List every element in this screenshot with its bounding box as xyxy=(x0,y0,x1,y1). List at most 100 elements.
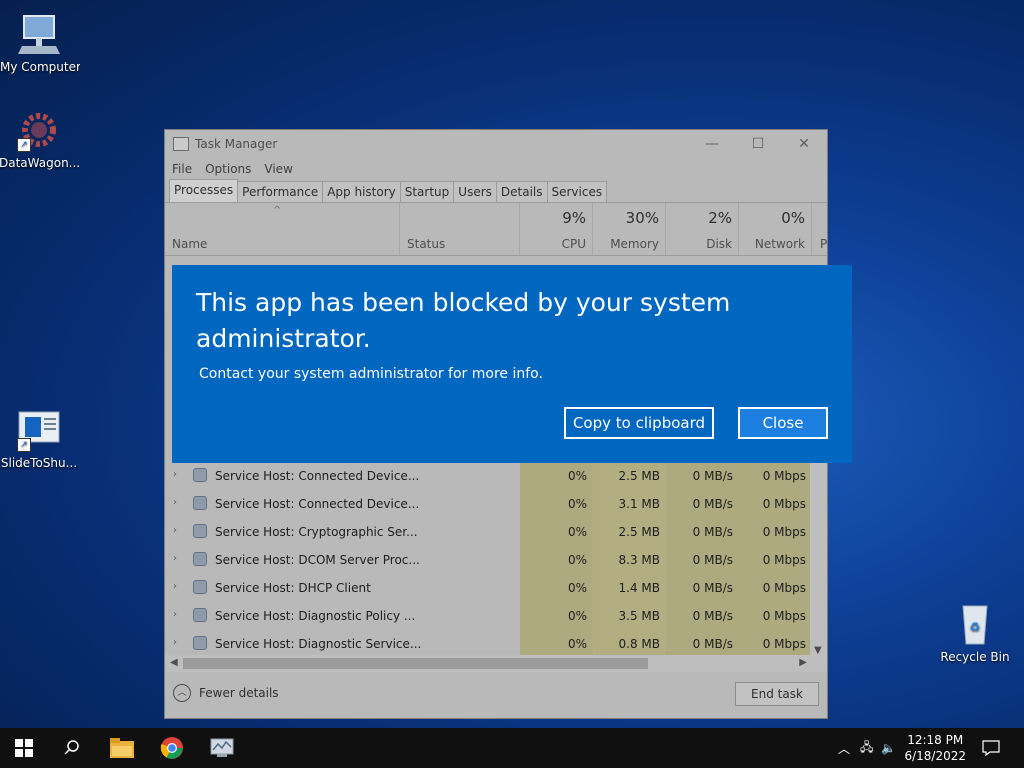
minimize-button[interactable]: — xyxy=(689,130,735,158)
cell-disk: 0 MB/s xyxy=(692,637,733,651)
desktop-icon-label: DataWagon... xyxy=(0,156,79,170)
shortcut-arrow-icon: ↗ xyxy=(17,138,31,152)
table-row[interactable]: › Service Host: Diagnostic Policy ... 0% 3.… xyxy=(165,602,811,630)
expand-chevron-icon[interactable]: › xyxy=(173,553,177,564)
desktop-icon-slidetoshutdown[interactable]: ↗ SlideToShu... xyxy=(0,406,79,470)
expand-chevron-icon[interactable]: › xyxy=(173,525,177,536)
maximize-button[interactable]: ☐ xyxy=(735,130,781,158)
start-button[interactable] xyxy=(0,728,48,768)
column-header-name[interactable]: ^ Name xyxy=(165,203,400,255)
tab-startup[interactable]: Startup xyxy=(399,181,455,202)
cell-cpu: 0% xyxy=(567,497,587,511)
process-name: Service Host: Connected Device... xyxy=(215,497,420,511)
table-row[interactable]: › Service Host: Connected Device... 0% 3.1 … xyxy=(165,490,811,518)
column-header-memory[interactable]: 30% Memory xyxy=(593,203,666,255)
title-bar[interactable]: Task Manager — ☐ ✕ xyxy=(165,130,827,158)
tab-processes[interactable]: Processes xyxy=(169,179,239,202)
copy-to-clipboard-button[interactable]: Copy to clipboard xyxy=(564,407,714,439)
cell-disk: 0 MB/s xyxy=(692,469,733,483)
column-header-network[interactable]: 0% Network xyxy=(739,203,812,255)
column-header-power[interactable]: P xyxy=(812,203,828,255)
scroll-right-icon[interactable]: ▶ xyxy=(799,657,807,668)
process-name: Service Host: Diagnostic Policy ... xyxy=(215,609,416,623)
cell-network: 0 Mbps xyxy=(762,609,806,623)
taskbar-task-manager[interactable] xyxy=(198,728,246,768)
taskbar: ︿ 🖧 🔈 12:18 PM 6/18/2022 xyxy=(0,728,1024,768)
cell-cpu: 0% xyxy=(567,609,587,623)
show-hidden-icons-chevron-icon[interactable]: ︿ xyxy=(838,740,850,757)
notification-icon xyxy=(982,740,1000,756)
tab-app-history[interactable]: App history xyxy=(322,181,401,202)
desktop-icon-datawagon[interactable]: ↗ DataWagon... xyxy=(0,106,79,170)
process-name: Service Host: Diagnostic Service... xyxy=(215,637,422,651)
clock-time: 12:18 PM xyxy=(907,733,964,747)
menu-options[interactable]: Options xyxy=(205,162,251,176)
table-row[interactable]: › Service Host: Cryptographic Ser... 0% 2.5… xyxy=(165,518,811,546)
expand-chevron-icon[interactable]: › xyxy=(173,469,177,480)
windows-logo-icon xyxy=(15,739,33,757)
cell-memory: 3.5 MB xyxy=(618,609,660,623)
process-list: › Service Host: Connected Device... 0% 2.5 … xyxy=(165,462,811,658)
column-header-disk[interactable]: 2% Disk xyxy=(666,203,739,255)
table-row[interactable]: › Service Host: DCOM Server Proc... 0% 8.3 … xyxy=(165,546,811,574)
cell-network: 0 Mbps xyxy=(762,637,806,651)
service-gear-icon xyxy=(193,524,207,538)
cell-network: 0 Mbps xyxy=(762,553,806,567)
process-name: Service Host: DHCP Client xyxy=(215,581,371,595)
scroll-thumb[interactable] xyxy=(183,658,648,669)
tab-details[interactable]: Details xyxy=(495,181,548,202)
taskbar-chrome[interactable] xyxy=(148,728,196,768)
horizontal-scrollbar[interactable]: ◀ ▶ xyxy=(165,655,827,672)
desktop-icon-label: SlideToShu... xyxy=(0,456,78,470)
taskbar-file-explorer[interactable] xyxy=(98,728,146,768)
menu-file[interactable]: File xyxy=(172,162,192,176)
vertical-scrollbar[interactable]: ▼ xyxy=(810,462,827,658)
svg-text:♻: ♻ xyxy=(970,620,981,634)
process-name: Service Host: Connected Device... xyxy=(215,469,420,483)
fewer-details-button[interactable]: ︿ Fewer details xyxy=(173,684,279,702)
column-header-cpu[interactable]: 9% CPU xyxy=(520,203,593,255)
cell-disk: 0 MB/s xyxy=(692,497,733,511)
process-name: Service Host: DCOM Server Proc... xyxy=(215,553,420,567)
dialog-title: This app has been blocked by your system… xyxy=(196,288,731,353)
table-row[interactable]: › Service Host: Connected Device... 0% 2.5 … xyxy=(165,462,811,490)
action-center-button[interactable] xyxy=(968,728,1014,768)
expand-chevron-icon[interactable]: › xyxy=(173,609,177,620)
window-title: Task Manager xyxy=(195,137,278,151)
close-window-button[interactable]: ✕ xyxy=(781,130,827,158)
table-row[interactable]: › Service Host: DHCP Client 0% 1.4 MB 0 MB/s… xyxy=(165,574,811,602)
search-button[interactable] xyxy=(48,728,96,768)
expand-chevron-icon[interactable]: › xyxy=(173,581,177,592)
folder-icon xyxy=(110,738,134,758)
table-row[interactable]: › Service Host: Diagnostic Service... 0% 0.… xyxy=(165,630,811,658)
clock[interactable]: 12:18 PM 6/18/2022 xyxy=(904,732,966,764)
menu-view[interactable]: View xyxy=(264,162,292,176)
cell-cpu: 0% xyxy=(567,553,587,567)
end-task-button[interactable]: End task xyxy=(735,682,819,706)
tab-performance[interactable]: Performance xyxy=(237,181,324,202)
process-name: Service Host: Cryptographic Ser... xyxy=(215,525,418,539)
volume-icon[interactable]: 🔈 xyxy=(881,741,896,755)
network-icon[interactable]: 🖧 xyxy=(860,738,873,759)
tab-strip: Processes Performance App history Startu… xyxy=(165,179,827,203)
tab-services[interactable]: Services xyxy=(546,181,608,202)
tab-users[interactable]: Users xyxy=(453,181,497,202)
cell-network: 0 Mbps xyxy=(762,581,806,595)
expand-chevron-icon[interactable]: › xyxy=(173,497,177,508)
menu-bar: File Options View xyxy=(165,158,827,180)
task-manager-icon xyxy=(210,738,234,757)
expand-chevron-icon[interactable]: › xyxy=(173,637,177,648)
desktop-icon-recycle-bin[interactable]: ♻ Recycle Bin xyxy=(935,600,1015,664)
scroll-left-icon[interactable]: ◀ xyxy=(170,657,178,668)
cell-network: 0 Mbps xyxy=(762,497,806,511)
footer: ︿ Fewer details End task xyxy=(165,672,827,718)
service-gear-icon xyxy=(193,608,207,622)
column-header-status[interactable]: Status xyxy=(400,203,520,255)
blocked-dialog: This app has been blocked by your system… xyxy=(172,265,852,463)
datawagon-icon: ↗ xyxy=(15,106,63,154)
close-button[interactable]: Close xyxy=(738,407,828,439)
desktop-icon-my-computer[interactable]: My Computer xyxy=(0,10,80,74)
cell-memory: 8.3 MB xyxy=(618,553,660,567)
cell-disk: 0 MB/s xyxy=(692,525,733,539)
cell-disk: 0 MB/s xyxy=(692,553,733,567)
